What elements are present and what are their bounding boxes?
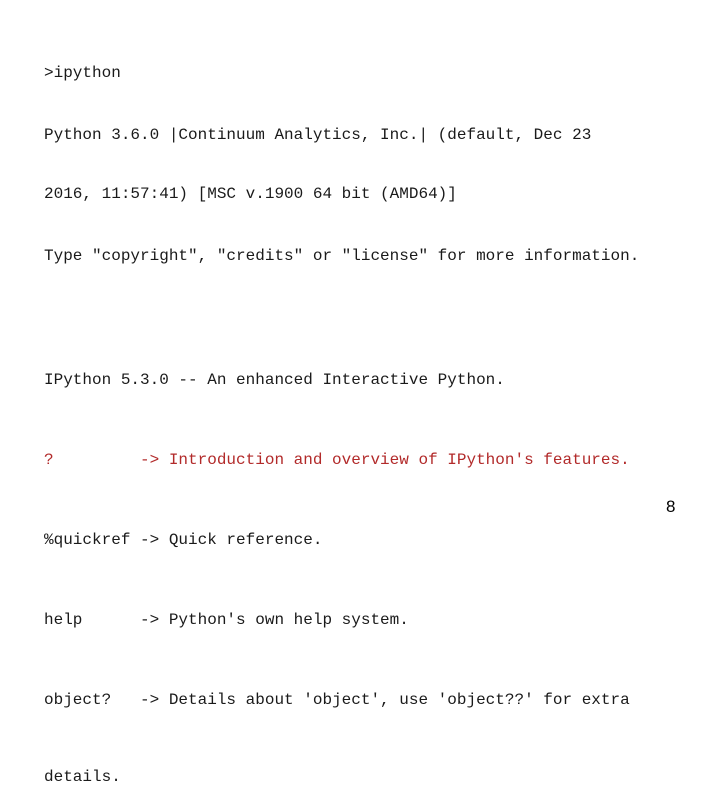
help-text: Quick reference.	[159, 531, 323, 549]
arrow: ->	[140, 691, 160, 709]
type-hint-line: Type "copyright", "credits" or "license"…	[44, 247, 640, 265]
help-key: %quickref	[44, 531, 141, 549]
ipython-banner-line: IPython 5.3.0 -- An enhanced Interactive…	[44, 371, 505, 389]
terminal-output: >ipython Python 3.6.0 |Continuum Analyti…	[44, 26, 639, 810]
help-key: object?	[44, 691, 141, 709]
arrow: ->	[140, 451, 160, 469]
help-text: Python's own help system.	[159, 611, 409, 629]
command-line: >ipython	[44, 64, 121, 82]
help-line-help: help -> Python's own help system.	[44, 609, 639, 635]
help-key: ?	[44, 451, 141, 469]
help-text: Details about 'object', use 'object??' f…	[159, 691, 630, 709]
help-text: Introduction and overview of IPython's f…	[159, 451, 630, 469]
help-line-object: object? -> Details about 'object', use '…	[44, 689, 639, 712]
arrow: ->	[140, 531, 160, 549]
python-banner-line-2: 2016, 11:57:41) [MSC v.1900 64 bit (AMD6…	[44, 185, 457, 203]
continuation-line: details.	[44, 768, 121, 786]
page-number: 8	[666, 497, 676, 516]
python-banner-line-1: Python 3.6.0 |Continuum Analytics, Inc.|…	[44, 126, 592, 144]
help-key: help	[44, 611, 141, 629]
help-line-intro: ? -> Introduction and overview of IPytho…	[44, 449, 639, 475]
arrow: ->	[140, 611, 160, 629]
help-line-quickref: %quickref -> Quick reference.	[44, 529, 639, 555]
